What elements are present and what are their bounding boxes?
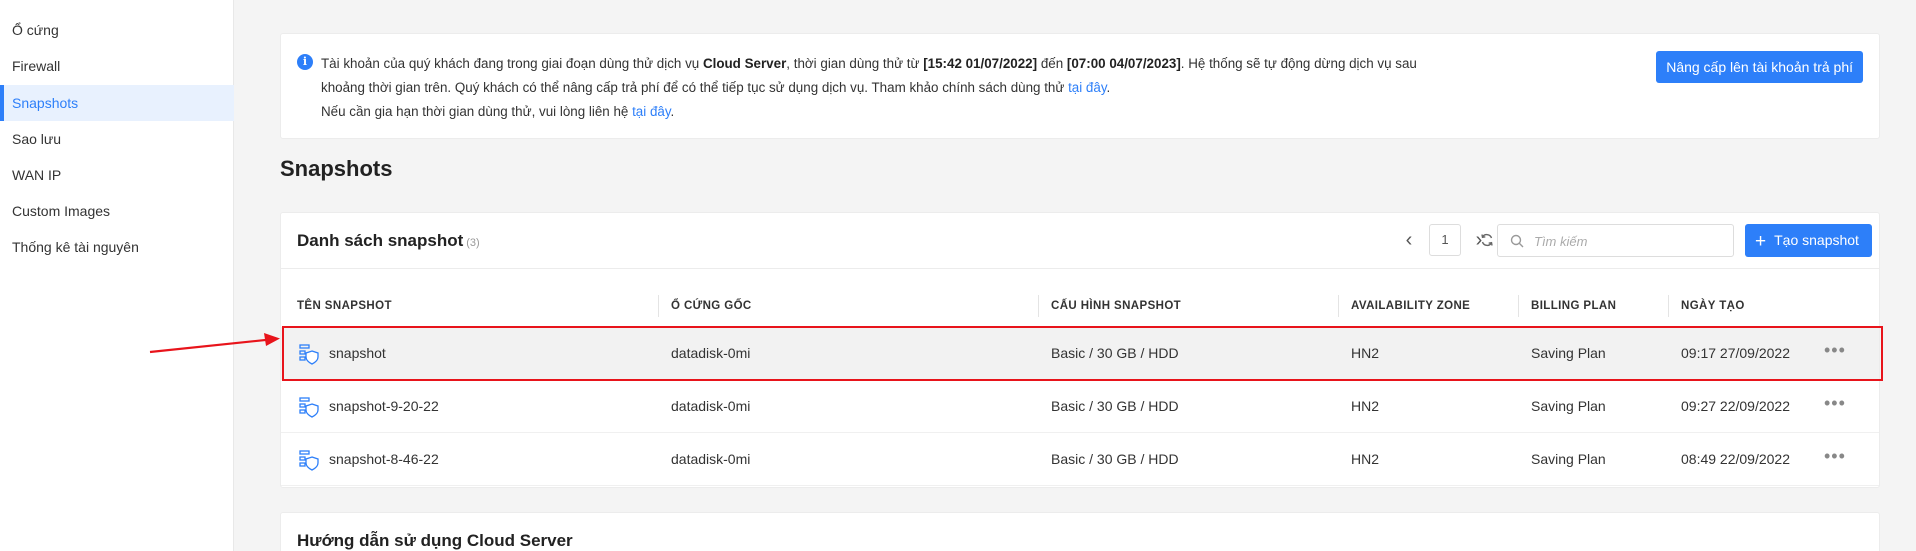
snapshot-icon bbox=[299, 397, 319, 418]
upgrade-account-button[interactable]: Nâng cấp lên tài khoản trả phí bbox=[1656, 51, 1863, 83]
page-title: Snapshots bbox=[280, 156, 393, 181]
refresh-icon[interactable] bbox=[1479, 232, 1495, 248]
more-actions-icon[interactable]: ••• bbox=[1824, 380, 1846, 433]
col-source-disk[interactable]: Ổ CỨNG GỐC bbox=[671, 291, 752, 321]
snapshot-config: Basic / 30 GB / HDD bbox=[1051, 451, 1179, 467]
sidebar: Ổ cứng Firewall Snapshots Sao lưu WAN IP… bbox=[0, 0, 234, 551]
search-box[interactable] bbox=[1497, 224, 1734, 257]
sidebar-item-firewall[interactable]: Firewall bbox=[0, 48, 234, 84]
info-icon: i bbox=[297, 54, 313, 70]
snapshot-name[interactable]: snapshot-9-20-22 bbox=[329, 380, 439, 433]
col-snapshot-config[interactable]: CẤU HÌNH SNAPSHOT bbox=[1051, 291, 1181, 321]
col-availability-zone[interactable]: AVAILABILITY ZONE bbox=[1351, 291, 1470, 321]
snapshot-config: Basic / 30 GB / HDD bbox=[1051, 398, 1179, 414]
more-actions-icon[interactable]: ••• bbox=[1824, 433, 1846, 486]
list-count: (3) bbox=[466, 237, 480, 249]
notice-text-part: Tài khoản của quý khách đang trong giai … bbox=[321, 56, 703, 71]
table-row[interactable]: snapshot-9-20-22 datadisk-0mi Basic / 30… bbox=[281, 380, 1879, 433]
main-content: i Tài khoản của quý khách đang trong gia… bbox=[235, 0, 1916, 551]
snapshot-name[interactable]: snapshot-8-46-22 bbox=[329, 433, 439, 486]
table-row[interactable]: snapshot-8-46-22 datadisk-0mi Basic / 30… bbox=[281, 433, 1879, 486]
column-divider bbox=[1338, 295, 1339, 317]
search-icon bbox=[1510, 234, 1524, 248]
availability-zone: HN2 bbox=[1351, 398, 1380, 414]
table-header: TÊN SNAPSHOT Ổ CỨNG GỐC CẤU HÌNH SNAPSHO… bbox=[281, 291, 1879, 321]
trial-policy-link[interactable]: tại đây bbox=[1068, 80, 1106, 95]
col-billing-plan[interactable]: BILLING PLAN bbox=[1531, 291, 1616, 321]
guide-title: Hướng dẫn sử dụng Cloud Server bbox=[297, 531, 573, 550]
snapshot-icon bbox=[299, 450, 319, 471]
notice-end-date: [07:00 04/07/2023] bbox=[1066, 56, 1181, 71]
column-divider bbox=[1518, 295, 1519, 317]
list-title: Danh sách snapshot (3) bbox=[297, 231, 480, 251]
create-snapshot-label: Tạo snapshot bbox=[1774, 232, 1859, 248]
col-snapshot-name[interactable]: TÊN SNAPSHOT bbox=[297, 291, 392, 321]
notice-service: Cloud Server bbox=[702, 56, 787, 71]
notice-text: Tài khoản của quý khách đang trong giai … bbox=[321, 52, 1501, 124]
sidebar-item-custom-images[interactable]: Custom Images bbox=[0, 193, 234, 229]
created-date: 08:49 22/09/2022 bbox=[1681, 451, 1790, 467]
trial-notice: i Tài khoản của quý khách đang trong gia… bbox=[280, 33, 1880, 139]
billing-plan: Saving Plan bbox=[1531, 451, 1606, 467]
contact-link[interactable]: tại đây bbox=[632, 104, 670, 119]
notice-text-part: . bbox=[670, 104, 675, 119]
column-divider bbox=[658, 295, 659, 317]
annotation-arrow-icon bbox=[149, 333, 280, 354]
sidebar-item-backup[interactable]: Sao lưu bbox=[0, 121, 234, 157]
plus-icon: + bbox=[1755, 231, 1767, 252]
notice-start-date: [15:42 01/07/2022] bbox=[923, 56, 1038, 71]
create-snapshot-button[interactable]: + Tạo snapshot bbox=[1745, 224, 1872, 257]
current-page[interactable]: 1 bbox=[1429, 224, 1461, 256]
created-date: 09:27 22/09/2022 bbox=[1681, 398, 1790, 414]
prev-page-icon[interactable]: ‹ bbox=[1396, 224, 1422, 256]
notice-text-part: . Hệ thống sẽ tự động dừng dịch vụ sau bbox=[1180, 56, 1417, 71]
guide-card: Hướng dẫn sử dụng Cloud Server bbox=[280, 512, 1880, 551]
sidebar-item-disk[interactable]: Ổ cứng bbox=[0, 12, 234, 48]
sidebar-item-snapshots[interactable]: Snapshots bbox=[0, 85, 234, 121]
notice-text-part: , thời gian dùng thử từ bbox=[786, 56, 924, 71]
source-disk: datadisk-0mi bbox=[671, 398, 751, 414]
billing-plan: Saving Plan bbox=[1531, 398, 1606, 414]
annotation-highlight-box bbox=[282, 326, 1883, 381]
list-title-text: Danh sách snapshot bbox=[297, 231, 464, 250]
availability-zone: HN2 bbox=[1351, 451, 1380, 467]
notice-text-part: Nếu cần gia hạn thời gian dùng thử, vui … bbox=[321, 104, 633, 119]
notice-text-part: đến bbox=[1037, 56, 1067, 71]
col-created-date[interactable]: NGÀY TẠO bbox=[1681, 291, 1745, 321]
card-header: Danh sách snapshot(3) ‹ 1 › +Tạo snapsho… bbox=[281, 213, 1879, 269]
column-divider bbox=[1668, 295, 1669, 317]
notice-text-part: . bbox=[1106, 80, 1111, 95]
column-divider bbox=[1038, 295, 1039, 317]
sidebar-item-wan-ip[interactable]: WAN IP bbox=[0, 157, 234, 193]
search-input[interactable] bbox=[1534, 230, 1724, 252]
source-disk: datadisk-0mi bbox=[671, 451, 751, 467]
notice-text-part: khoảng thời gian trên. Quý khách có thể … bbox=[321, 80, 1069, 95]
sidebar-item-resource-stats[interactable]: Thống kê tài nguyên bbox=[0, 229, 234, 265]
